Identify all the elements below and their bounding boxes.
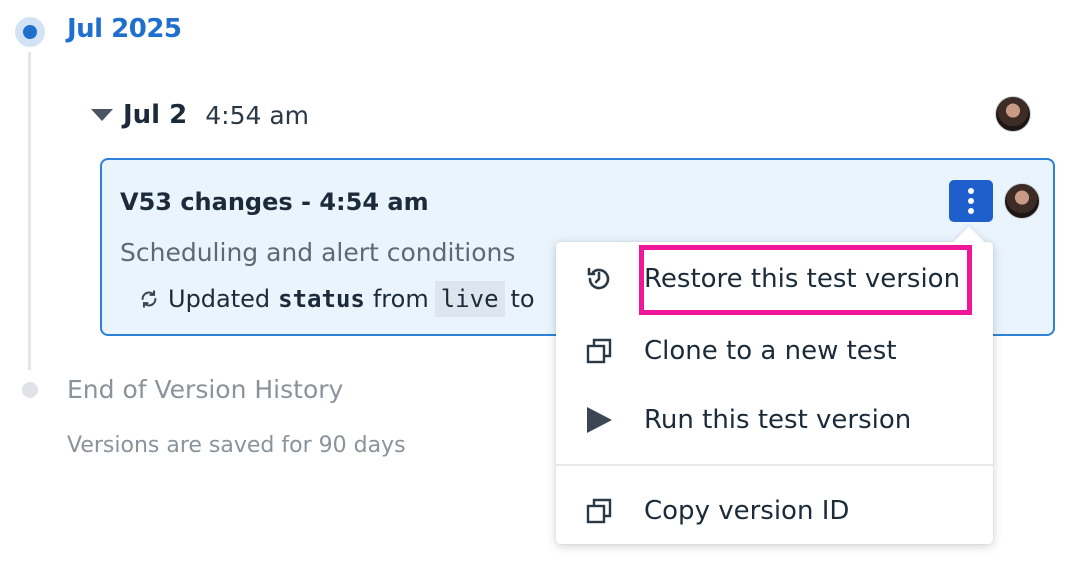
copy-icon	[586, 498, 612, 524]
retention-note: Versions are saved for 90 days	[67, 433, 406, 458]
timeline-end-dot	[22, 382, 38, 398]
menu-item-copy-id[interactable]: Copy version ID	[556, 479, 993, 543]
version-subtitle: Scheduling and alert conditions	[120, 238, 516, 267]
change-value: live	[434, 281, 505, 317]
change-prefix: Updated	[168, 285, 271, 313]
play-icon	[587, 407, 612, 433]
highlight-box	[639, 245, 972, 315]
version-change-summary: Updated status from live to	[138, 281, 535, 317]
more-actions-button[interactable]	[949, 180, 993, 222]
menu-divider	[556, 464, 993, 466]
version-actions-menu: Restore this test version Clone to a new…	[556, 226, 993, 544]
menu-item-run[interactable]: Run this test version	[556, 388, 993, 452]
caret-down-icon[interactable]	[91, 109, 113, 121]
version-title: V53 changes - 4:54 am	[120, 188, 429, 216]
restore-history-icon	[587, 267, 610, 290]
user-avatar	[995, 96, 1031, 132]
change-field: status	[278, 285, 365, 313]
menu-item-clone[interactable]: Clone to a new test	[556, 319, 993, 383]
day-time: 4:54 am	[205, 100, 310, 130]
menu-item-label: Copy version ID	[644, 496, 850, 526]
day-group-toggle[interactable]: Jul 2 4:54 am	[91, 100, 309, 130]
sync-icon	[141, 290, 157, 308]
menu-item-label: Clone to a new test	[644, 336, 897, 366]
menu-item-label: Run this test version	[644, 405, 912, 435]
day-label: Jul 2	[123, 100, 188, 130]
clone-icon	[586, 338, 612, 364]
change-from-text: from	[372, 285, 429, 313]
version-history-panel: Jul 2025 Jul 2 4:54 am V53 changes - 4:5…	[0, 0, 1080, 574]
end-of-history-label: End of Version History	[67, 375, 344, 404]
version-author-avatar	[1004, 183, 1040, 219]
kebab-dot	[968, 198, 974, 204]
change-to-text: to	[510, 285, 535, 313]
timeline-line	[28, 52, 31, 370]
timeline-month-dot	[15, 17, 45, 47]
month-heading: Jul 2025	[67, 14, 182, 44]
kebab-dot	[968, 188, 974, 194]
kebab-dot	[968, 208, 974, 214]
